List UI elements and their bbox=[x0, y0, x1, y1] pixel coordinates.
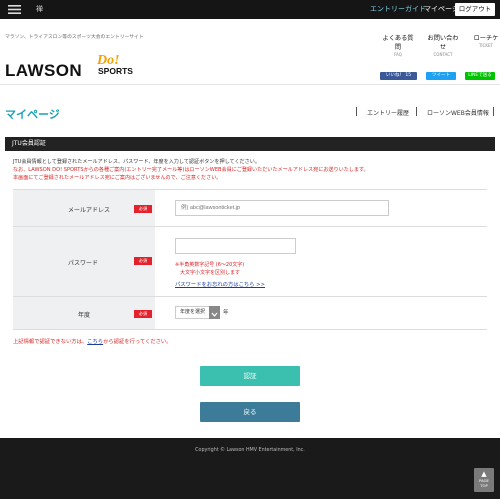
back-button[interactable]: 戻る bbox=[200, 402, 300, 422]
description-line-3: 本画面にてご登録されたメールアドレス宛にご案内はございませんので、ご注意ください… bbox=[13, 175, 222, 181]
top-bar: 禅 エントリーガイド マイページ ログアウト bbox=[0, 0, 500, 19]
required-badge: 必須 bbox=[134, 257, 152, 265]
email-label: メールアドレス bbox=[68, 207, 111, 214]
chevron-down-icon bbox=[211, 312, 218, 317]
year-suffix: 年 bbox=[223, 310, 229, 316]
email-field[interactable] bbox=[175, 200, 389, 216]
year-label-cell: 年度 必須 bbox=[13, 297, 155, 329]
alternative-auth-link[interactable]: こちら bbox=[87, 339, 103, 345]
twitter-tweet-button[interactable]: ツイート bbox=[426, 72, 456, 80]
copyright-text: Copyright © Lawson HMV Entertainment, In… bbox=[195, 448, 305, 453]
faq-label: よくある質問 bbox=[382, 35, 414, 51]
year-label: 年度 bbox=[78, 312, 91, 319]
logo-sports: SPORTS bbox=[98, 66, 133, 76]
email-row: メールアドレス 必須 bbox=[13, 190, 487, 227]
site-tagline: マラソン、トライアスロン等のスポーツ大会のエントリーサイト bbox=[5, 35, 144, 40]
password-note-2: 大文字小文字を区別します bbox=[180, 270, 241, 276]
mypage-link[interactable]: マイページ bbox=[424, 4, 459, 14]
page-top-label-2: TOP bbox=[480, 482, 488, 488]
contact-label: お問い合わせ bbox=[427, 35, 459, 51]
password-note-1: ※半角英数字記号 (6〜20文字) bbox=[175, 262, 245, 268]
password-label: パスワード bbox=[68, 260, 99, 267]
site-header: マラソン、トライアスロン等のスポーツ大会のエントリーサイト LAWSON Do!… bbox=[0, 19, 500, 85]
year-row: 年度 必須 bbox=[13, 297, 487, 330]
lawson-web-member-info-link[interactable]: ローソンWEB会員情報 bbox=[427, 108, 489, 117]
email-label-cell: メールアドレス 必須 bbox=[13, 190, 155, 226]
lawson-do-sports-logo[interactable]: LAWSON Do! SPORTS bbox=[5, 45, 145, 85]
auth-fail-note-before: 上記情報で認証できない方は、 bbox=[13, 339, 88, 345]
facebook-like-button[interactable]: いいね！ 15 bbox=[380, 72, 417, 80]
entry-history-link[interactable]: エントリー履歴 bbox=[367, 108, 409, 117]
logout-button[interactable]: ログアウト bbox=[455, 3, 495, 16]
required-badge: 必須 bbox=[134, 205, 152, 213]
nav-divider bbox=[416, 107, 417, 116]
nav-divider bbox=[493, 107, 494, 116]
entry-guide-link[interactable]: エントリーガイド bbox=[370, 4, 426, 14]
top-bar-text: 禅 bbox=[36, 5, 43, 13]
description-line-1: JTU会員情報として登録されたメールアドレス、パスワード、年度を入力して認証ボタ… bbox=[13, 159, 260, 165]
page-top-button[interactable]: ▲ PAGE TOP bbox=[474, 468, 494, 492]
ticket-label: ローチケ bbox=[473, 35, 499, 42]
chevron-down-icon[interactable] bbox=[209, 306, 220, 319]
faq-sublabel: FAQ bbox=[394, 52, 402, 57]
faq-link[interactable]: よくある質問 FAQ bbox=[380, 33, 416, 57]
required-badge: 必須 bbox=[134, 310, 152, 318]
line-share-button[interactable]: LINEで送る bbox=[465, 72, 495, 80]
auth-fail-note-after: から認証を行ってください。 bbox=[103, 339, 172, 345]
year-select-value: 年度を選択 bbox=[180, 309, 206, 315]
ticket-link[interactable]: ローチケ TICKET bbox=[472, 33, 500, 48]
page-title: マイページ bbox=[5, 108, 60, 121]
password-field[interactable] bbox=[175, 238, 296, 254]
authenticate-button[interactable]: 認証 bbox=[200, 366, 300, 386]
nav-divider bbox=[356, 107, 357, 116]
section-title: JTU会員認証 bbox=[5, 137, 495, 151]
auth-fail-note: 上記情報で認証できない方は、こちらから認証を行ってください。 bbox=[13, 337, 172, 345]
logo-lawson: LAWSON bbox=[5, 61, 83, 80]
ticket-sublabel: TICKET bbox=[478, 43, 493, 48]
menu-icon[interactable] bbox=[8, 5, 21, 14]
jtu-auth-form: メールアドレス 必須 パスワード 必須 ※半角英数字記号 (6〜20文字) 大文… bbox=[13, 189, 487, 330]
forgot-password-link[interactable]: パスワードをお忘れの方はこちら >> bbox=[175, 280, 265, 288]
password-label-cell: パスワード 必須 bbox=[13, 227, 155, 296]
description-line-2: なお、LAWSON DO! SPORTSからの各種ご案内(エントリー完了メール等… bbox=[13, 167, 369, 173]
site-footer: Copyright © Lawson HMV Entertainment, In… bbox=[0, 438, 500, 499]
contact-sublabel: CONTACT bbox=[433, 52, 453, 57]
contact-link[interactable]: お問い合わせ CONTACT bbox=[425, 33, 461, 57]
